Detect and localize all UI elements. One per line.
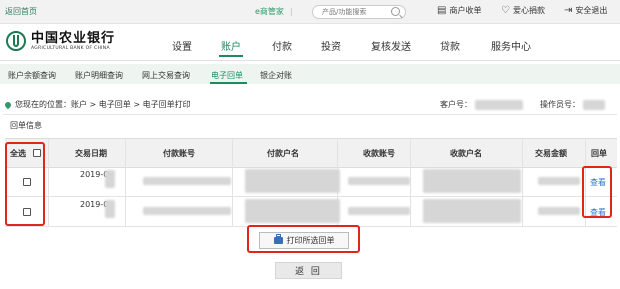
redacted-amount: [538, 177, 580, 185]
redacted-payee-account: [348, 177, 410, 185]
back-button[interactable]: 返 回: [275, 262, 342, 279]
top-bar: 返回首页 e商管家 | ▤商户收单 ♡爱心捐款 ⇥安全退出: [0, 0, 620, 24]
nav-loan[interactable]: 贷款: [440, 38, 460, 53]
printer-icon: [273, 234, 283, 244]
col-payee-account: 收款账号: [363, 149, 395, 158]
search-box[interactable]: [312, 5, 406, 19]
sub-nav: 账户余额查询 账户明细查询 网上交易查询 电子回单 银企对账: [0, 64, 620, 84]
location-pin-icon: [3, 100, 13, 109]
col-receipt: 回单: [591, 149, 607, 158]
subnav-e-receipt[interactable]: 电子回单: [211, 70, 243, 81]
highlight-receipt-column: [582, 166, 612, 218]
nav-service-center[interactable]: 服务中心: [491, 38, 531, 53]
bank-logo: 中国农业银行 AGRICULTURAL BANK OF CHINA: [6, 31, 115, 51]
redacted-payer-name: [245, 199, 340, 223]
col-payer-name: 付款户名: [267, 149, 299, 158]
redacted-payer-account: [143, 207, 231, 215]
redacted-payee-name: [423, 169, 521, 193]
nav-account[interactable]: 账户: [221, 38, 241, 53]
section-title: 回单信息: [10, 121, 42, 130]
redacted-payer-account: [143, 177, 231, 185]
search-icon[interactable]: [391, 7, 400, 16]
nav-payment[interactable]: 付款: [272, 38, 292, 53]
eshop-link[interactable]: e商管家 |: [255, 6, 293, 17]
print-button-label: 打印所选回单: [286, 236, 335, 245]
logout-icon: ⇥: [564, 5, 573, 16]
subnav-reconcile[interactable]: 银企对账: [260, 70, 292, 81]
separator: |: [289, 7, 293, 16]
section-divider: [3, 114, 617, 115]
table-row: 2019-0 查看: [5, 197, 617, 227]
col-payer-account: 付款账号: [163, 149, 195, 158]
redacted-amount: [538, 207, 580, 215]
col-amount: 交易金额: [535, 149, 567, 158]
redacted-payer-name: [245, 169, 340, 193]
highlight-select-column: [5, 142, 45, 226]
nav-investment[interactable]: 投资: [321, 38, 341, 53]
logout-label: 安全退出: [575, 6, 608, 15]
logout-link[interactable]: ⇥ 安全退出: [564, 5, 607, 16]
donation-link[interactable]: ♡ 爱心捐款: [501, 5, 545, 16]
logo-en-text: AGRICULTURAL BANK OF CHINA: [31, 45, 110, 51]
abc-logo-icon: [6, 31, 26, 51]
nav-active-indicator: [219, 55, 243, 57]
breadcrumb-text: 您现在的位置：账户 > 电子回单 > 电子回单打印: [15, 100, 191, 109]
redacted-customer-number: [474, 99, 523, 110]
operator-number: 操作员号：: [540, 99, 605, 110]
print-selected-button[interactable]: 打印所选回单: [259, 232, 349, 249]
nav-settings[interactable]: 设置: [172, 38, 192, 53]
merchant-label: 商户收单: [449, 6, 482, 15]
breadcrumb: 您现在的位置：账户 > 电子回单 > 电子回单打印: [3, 99, 191, 110]
subnav-active-indicator: [210, 82, 247, 84]
logo-cn-text: 中国农业银行: [31, 30, 116, 46]
table-header: 全选 交易日期 付款账号 付款户名 收款账号 收款户名 交易金额 回单: [5, 138, 617, 168]
merchant-icon: ▤: [437, 5, 447, 16]
redacted-date: [105, 170, 115, 188]
redacted-operator-number: [582, 99, 605, 110]
nav-divider: [0, 60, 620, 61]
operator-number-label: 操作员号：: [540, 100, 580, 109]
redacted-date: [105, 200, 115, 218]
customer-number: 客户号：: [440, 99, 523, 110]
donation-icon: ♡: [501, 5, 510, 16]
merchant-link[interactable]: ▤ 商户收单: [437, 5, 481, 16]
nav-review-send[interactable]: 复核发送: [371, 38, 411, 53]
customer-number-label: 客户号：: [440, 100, 472, 109]
table-row: 2019-0 查看: [5, 167, 617, 197]
col-payee-name: 收款户名: [450, 149, 482, 158]
subnav-details[interactable]: 账户明细查询: [75, 70, 123, 81]
donation-label: 爱心捐款: [512, 6, 545, 15]
col-date: 交易日期: [75, 149, 107, 158]
subnav-online-tx[interactable]: 网上交易查询: [142, 70, 190, 81]
back-home-link[interactable]: 返回首页: [5, 6, 37, 17]
redacted-payee-account: [348, 207, 410, 215]
eshop-label: e商管家: [255, 7, 284, 16]
search-input[interactable]: [320, 7, 394, 17]
redacted-payee-name: [423, 199, 521, 223]
subnav-balance[interactable]: 账户余额查询: [8, 70, 56, 81]
